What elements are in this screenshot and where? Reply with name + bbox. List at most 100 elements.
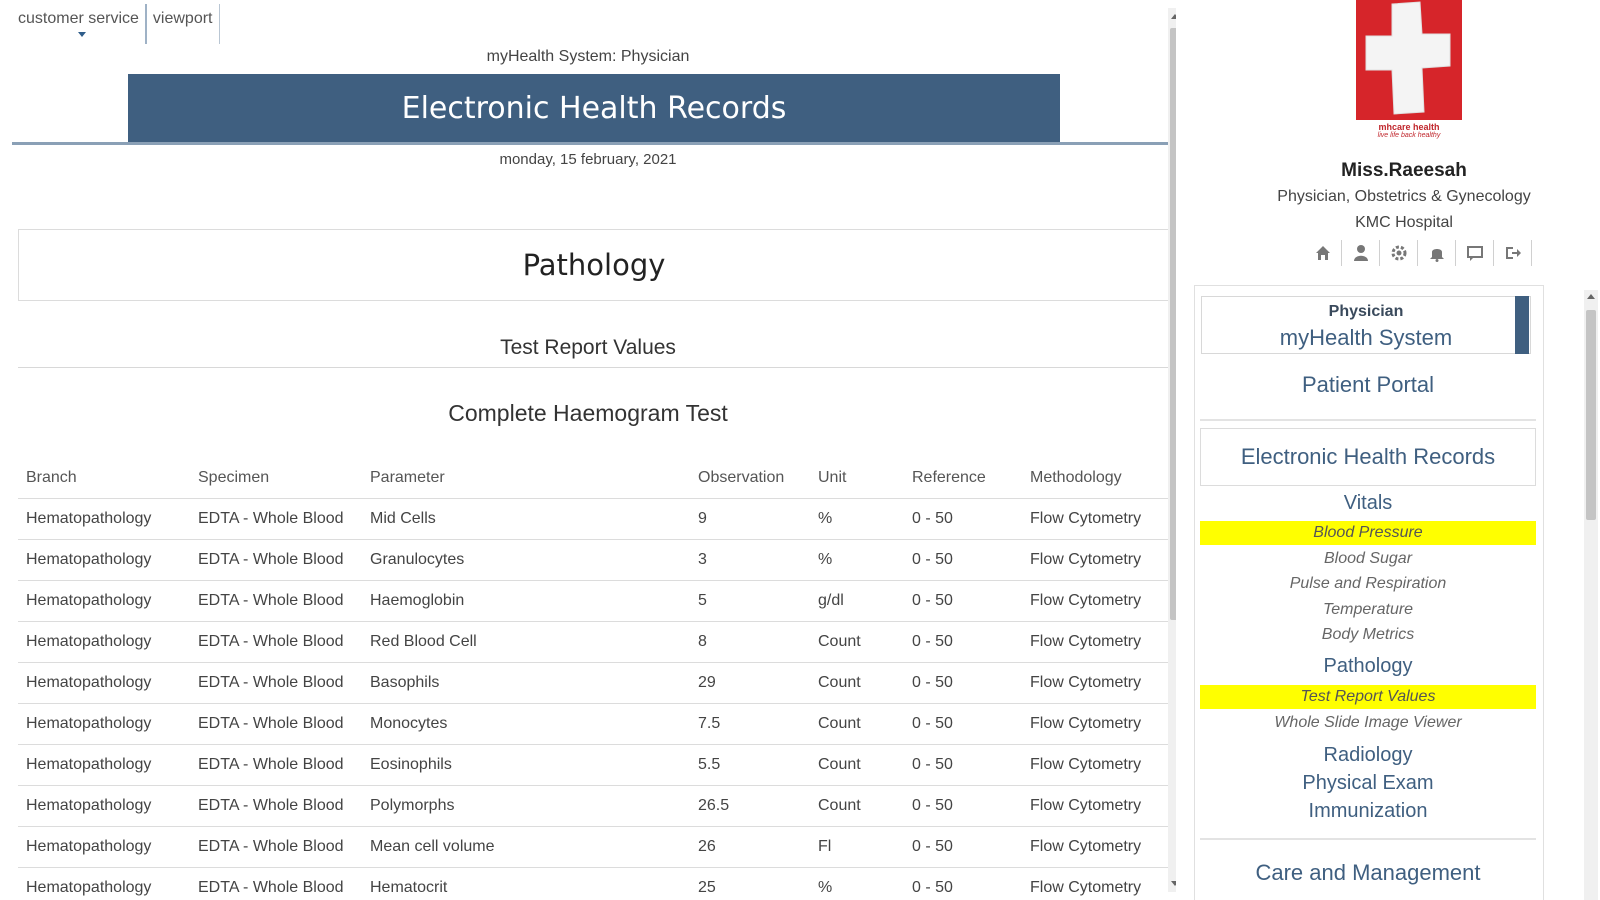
tab-label: viewport <box>152 10 213 27</box>
table-cell: Hematocrit <box>362 866 690 900</box>
bell-icon <box>1429 249 1444 262</box>
table-cell: Hematopathology <box>18 784 190 826</box>
nav-pathology[interactable]: Pathology <box>1200 655 1536 678</box>
user-icon <box>1353 245 1368 261</box>
table-cell: Basophils <box>362 661 690 703</box>
table-cell: Hematopathology <box>18 661 190 703</box>
user-organization: KMC Hospital <box>1355 214 1453 231</box>
nav-item-blood-pressure[interactable]: Blood Pressure <box>1200 521 1536 545</box>
nav-item-whole-slide-viewer[interactable]: Whole Slide Image Viewer <box>1200 711 1536 735</box>
scroll-up-icon[interactable] <box>1587 294 1595 299</box>
table-row: Hematopathology EDTA - Whole Blood Basophi… <box>18 661 1170 703</box>
active-marker <box>1515 296 1529 354</box>
table-cell: 0 - 50 <box>904 866 1022 900</box>
tab-customer-service[interactable]: customer service <box>12 4 147 44</box>
table-cell: 0 - 50 <box>904 538 1022 580</box>
nav-radiology[interactable]: Radiology <box>1200 744 1536 767</box>
nav-physical-exam[interactable]: Physical Exam <box>1200 772 1536 795</box>
notifications-button[interactable] <box>1418 240 1456 266</box>
messages-button[interactable] <box>1456 240 1494 266</box>
table-cell: Mid Cells <box>362 497 690 539</box>
table-cell: g/dl <box>810 579 904 621</box>
brand-logo <box>1356 0 1462 120</box>
table-cell: EDTA - Whole Blood <box>190 538 362 580</box>
column-header: Observation <box>698 468 785 486</box>
table-cell: Hematopathology <box>18 579 190 621</box>
results-table: Branch Specimen Parameter Observation Un… <box>18 458 1170 900</box>
table-cell: 0 - 50 <box>904 579 1022 621</box>
table-cell: Flow Cytometry <box>1022 620 1170 662</box>
table-cell: EDTA - Whole Blood <box>190 743 362 785</box>
table-cell: EDTA - Whole Blood <box>190 702 362 744</box>
nav-electronic-health-records[interactable]: Electronic Health Records <box>1200 428 1536 486</box>
divider <box>18 367 1170 368</box>
nav-item-pulse-respiration[interactable]: Pulse and Respiration <box>1200 572 1536 596</box>
table-cell: 26.5 <box>690 784 810 826</box>
table-cell: EDTA - Whole Blood <box>190 497 362 539</box>
home-button[interactable] <box>1304 240 1342 266</box>
test-title: Complete Haemogram Test <box>448 400 728 426</box>
nav-item-body-metrics[interactable]: Body Metrics <box>1200 623 1536 647</box>
table-row: Hematopathology EDTA - Whole Blood Granulo… <box>18 538 1170 580</box>
subsection-title: Test Report Values <box>500 336 676 359</box>
table-cell: Count <box>810 702 904 744</box>
table-cell: 9 <box>690 497 810 539</box>
column-header: Reference <box>912 468 986 486</box>
scroll-up-icon[interactable] <box>1171 14 1176 19</box>
logo-tagline: live life back healthy <box>1377 132 1441 139</box>
table-cell: 3 <box>690 538 810 580</box>
nav-patient-portal[interactable]: Patient Portal <box>1200 372 1536 398</box>
tab-viewport[interactable]: viewport <box>147 4 220 44</box>
table-cell: Fl <box>810 825 904 867</box>
results-body: Hematopathology EDTA - Whole Blood Mid Cel… <box>18 497 1170 900</box>
nav-item-temperature[interactable]: Temperature <box>1200 598 1536 622</box>
table-cell: 26 <box>690 825 810 867</box>
nav-vitals[interactable]: Vitals <box>1200 492 1536 515</box>
column-header: Specimen <box>198 468 270 486</box>
table-cell: EDTA - Whole Blood <box>190 784 362 826</box>
main-scrollbar[interactable] <box>1168 8 1176 892</box>
sidebar-scrollbar[interactable] <box>1584 290 1598 900</box>
table-cell: Flow Cytometry <box>1022 538 1170 580</box>
nav-immunization[interactable]: Immunization <box>1200 800 1536 823</box>
logout-button[interactable] <box>1494 240 1532 266</box>
table-row: Hematopathology EDTA - Whole Blood Eosinop… <box>18 743 1170 785</box>
nav-system: myHealth System <box>1279 325 1453 350</box>
profile-button[interactable] <box>1342 240 1380 266</box>
table-cell: Flow Cytometry <box>1022 784 1170 826</box>
gear-icon <box>1391 245 1406 261</box>
tab-label: customer service <box>18 10 139 27</box>
table-header-row: Branch Specimen Parameter Observation Un… <box>18 458 1170 498</box>
nav-item-test-report-values[interactable]: Test Report Values <box>1200 685 1536 709</box>
table-row: Hematopathology EDTA - Whole Blood Hematoc… <box>18 866 1170 900</box>
nav-header[interactable]: Physician myHealth System <box>1201 296 1531 354</box>
table-row: Hematopathology EDTA - Whole Blood Mid Cel… <box>18 497 1170 539</box>
table-cell: Haemoglobin <box>362 579 690 621</box>
table-cell: Hematopathology <box>18 825 190 867</box>
table-cell: Flow Cytometry <box>1022 743 1170 785</box>
table-cell: Granulocytes <box>362 538 690 580</box>
scroll-down-icon[interactable] <box>1171 881 1176 886</box>
column-header: Methodology <box>1030 468 1122 486</box>
table-cell: 8 <box>690 620 810 662</box>
table-row: Hematopathology EDTA - Whole Blood Polymor… <box>18 784 1170 826</box>
scrollbar-thumb[interactable] <box>1586 310 1596 520</box>
scrollbar-thumb[interactable] <box>1170 28 1176 620</box>
divider <box>12 142 1176 145</box>
user-name: Miss.Raeesah <box>1341 160 1467 181</box>
table-cell: 29 <box>690 661 810 703</box>
table-cell: Hematopathology <box>18 620 190 662</box>
settings-button[interactable] <box>1380 240 1418 266</box>
table-cell: 0 - 50 <box>904 825 1022 867</box>
table-cell: 0 - 50 <box>904 784 1022 826</box>
nav-item-blood-sugar[interactable]: Blood Sugar <box>1200 547 1536 571</box>
nav-care-management[interactable]: Care and Management <box>1200 860 1536 886</box>
table-cell: % <box>810 866 904 900</box>
logo-text: mhcare health <box>1378 122 1440 132</box>
table-cell: EDTA - Whole Blood <box>190 825 362 867</box>
table-row: Hematopathology EDTA - Whole Blood Mean ce… <box>18 825 1170 867</box>
table-cell: Count <box>810 620 904 662</box>
table-cell: Mean cell volume <box>362 825 690 867</box>
table-cell: Hematopathology <box>18 743 190 785</box>
column-header: Branch <box>26 468 77 486</box>
